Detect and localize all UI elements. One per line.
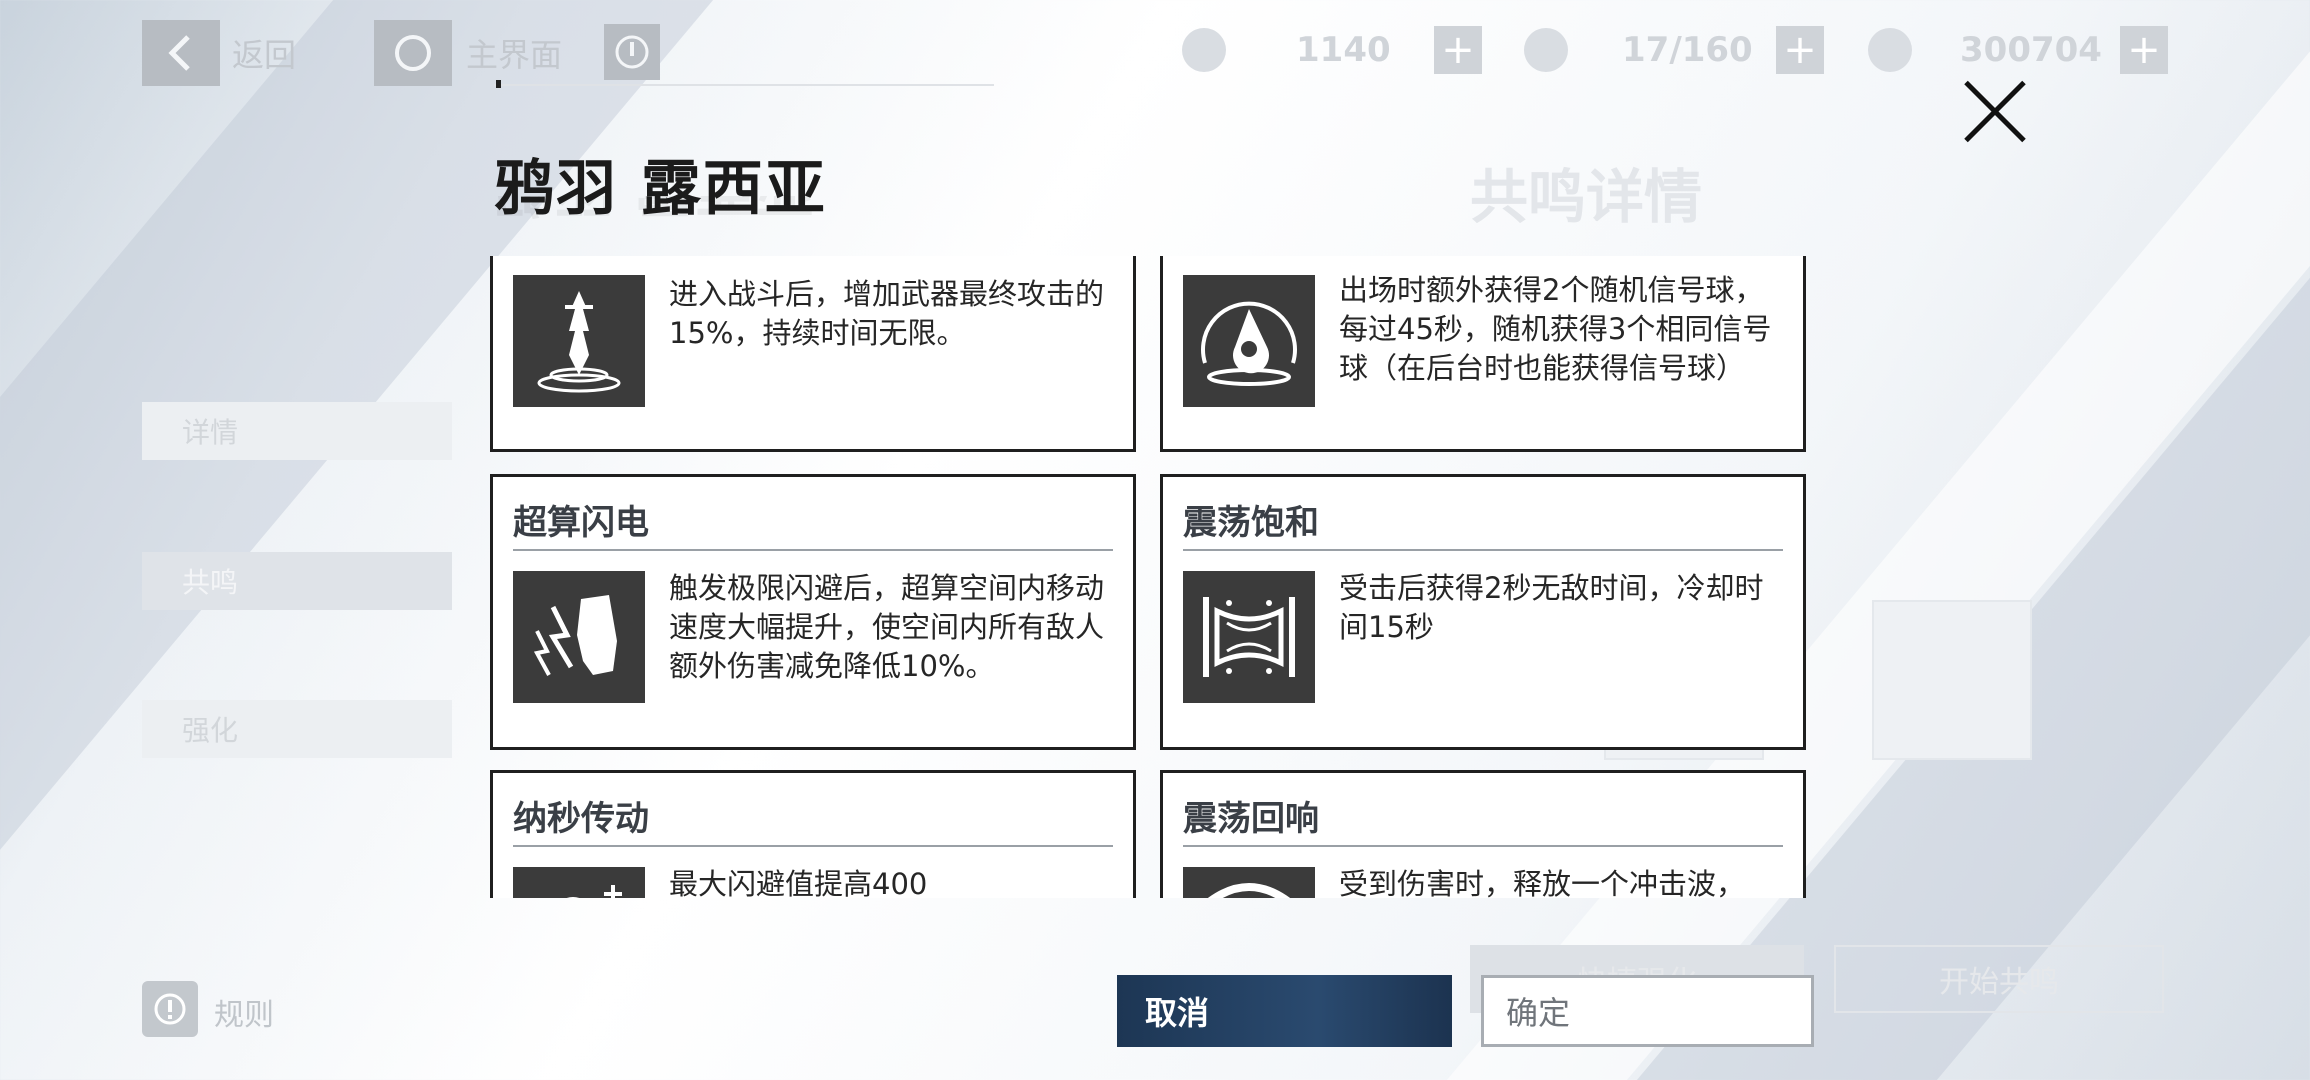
cancel-button[interactable]: 取消 — [1117, 975, 1452, 1047]
confirm-button[interactable]: 确定 — [1481, 975, 1814, 1047]
title-divider — [494, 84, 994, 86]
lightning-boot-icon — [513, 571, 645, 703]
stamina-icon — [1182, 28, 1226, 72]
back-button[interactable] — [142, 20, 220, 86]
resonance-card[interactable]: 出场时额外获得2个随机信号球，每过45秒，随机获得3个相同信号球（在后台时也能获… — [1160, 256, 1806, 452]
chevron-left-icon — [168, 35, 190, 71]
card-title: 震荡饱和 — [1183, 503, 1319, 543]
coin-icon — [1868, 28, 1912, 72]
info-icon — [615, 35, 649, 69]
start-resonance-button[interactable]: 开始共鸣 — [1834, 945, 2164, 1013]
card-title: 纳秒传动 — [513, 799, 649, 839]
modal-title-reflection: 鸦羽 露西亚 — [494, 196, 815, 236]
card-description: 最大闪避值提高400 — [669, 867, 928, 898]
close-button[interactable] — [1960, 76, 2030, 146]
background-page-title: 共鸣详情 — [1470, 163, 1703, 231]
card-divider — [1183, 549, 1783, 551]
info-button[interactable] — [604, 24, 660, 80]
coin-add-button[interactable]: + — [2120, 26, 2168, 74]
card-description: 受击后获得2秒无敌时间，冷却时间15秒 — [1339, 571, 1764, 644]
card-description: 进入战斗后，增加武器最终攻击的15%，持续时间无限。 — [669, 277, 1105, 350]
card-divider — [513, 549, 1113, 551]
stamina-value: 1140 — [1296, 30, 1391, 70]
signal-orb-icon — [1183, 275, 1315, 407]
resonance-card[interactable]: 纳秒传动 最大闪避值提高400 — [490, 770, 1136, 898]
resonance-card[interactable]: 进入战斗后，增加武器最终攻击的15%，持续时间无限。 — [490, 256, 1136, 452]
home-button[interactable] — [374, 20, 452, 86]
card-description: 受到伤害时，释放一个冲击波， — [1339, 867, 1746, 898]
resonance-card[interactable]: 震荡回响 受到伤害时，释放一个冲击波， — [1160, 770, 1806, 898]
energy-value: 17/160 — [1622, 30, 1753, 70]
sidebar-item-details[interactable]: 详情 — [142, 402, 452, 460]
shield-pulse-icon — [1183, 571, 1315, 703]
shockwave-icon — [1183, 867, 1315, 898]
title-marker — [496, 80, 501, 88]
rules-label[interactable]: 规则 — [214, 990, 274, 1034]
resonance-card[interactable]: 超算闪电 触发极限闪避后，超算空间内移动速度大幅提升，使空间内所有敌人额外伤害减… — [490, 474, 1136, 750]
sword-icon — [513, 275, 645, 407]
resonance-list[interactable]: 进入战斗后，增加武器最终攻击的15%，持续时间无限。 出场时额外获得2个随机信号… — [490, 256, 1810, 898]
card-description: 出场时额外获得2个随机信号球，每过45秒，随机获得3个相同信号球（在后台时也能获… — [1339, 273, 1772, 385]
rules-icon[interactable] — [142, 981, 198, 1037]
dodge-plus-icon — [513, 867, 645, 898]
coin-value: 300704 — [1960, 30, 2102, 70]
stamina-add-button[interactable]: + — [1434, 26, 1482, 74]
sidebar-item-enhance[interactable]: 强化 — [142, 700, 452, 758]
card-description: 触发极限闪避后，超算空间内移动速度大幅提升，使空间内所有敌人额外伤害减免降低10… — [669, 571, 1105, 683]
home-label: 主界面 — [466, 36, 563, 74]
energy-add-button[interactable]: + — [1776, 26, 1824, 74]
back-label: 返回 — [232, 36, 297, 74]
card-title: 超算闪电 — [513, 503, 649, 543]
card-title: 震荡回响 — [1183, 799, 1319, 839]
resonance-card[interactable]: 震荡饱和 受击后获得2秒无敌时间，冷却时间15秒 — [1160, 474, 1806, 750]
energy-icon — [1524, 28, 1568, 72]
card-divider — [1183, 845, 1783, 847]
circle-icon — [395, 35, 431, 71]
info-icon — [154, 993, 186, 1025]
background-card — [1872, 600, 2032, 760]
card-divider — [513, 845, 1113, 847]
sidebar-item-resonance[interactable]: 共鸣 — [142, 552, 452, 610]
